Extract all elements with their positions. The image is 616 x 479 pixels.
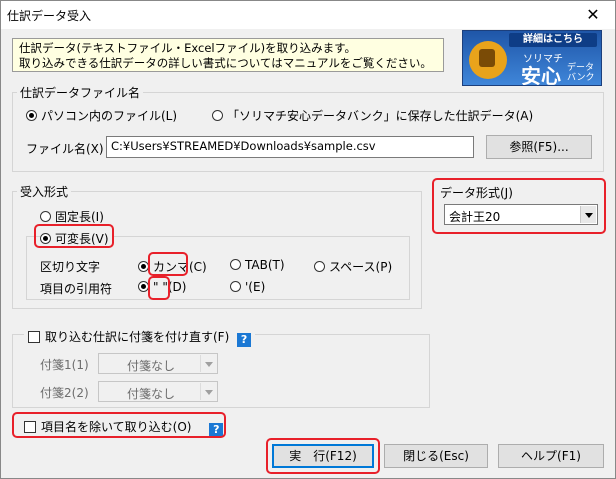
radio-double-quote-label: " "(D) — [153, 280, 187, 294]
window-title: 仕訳データ受入 — [7, 9, 92, 23]
quote-label: 項目の引用符 — [40, 282, 113, 296]
chevron-down-icon[interactable] — [580, 206, 596, 223]
chevron-down-icon — [200, 355, 216, 372]
radio-local-label: パソコン内のファイル(L) — [41, 109, 178, 123]
radio-tab[interactable]: TAB(T) — [230, 258, 285, 272]
radio-variable-indicator[interactable] — [40, 233, 51, 244]
exclude-header-option[interactable]: 項目名を除いて取り込む(O) ? — [24, 418, 224, 437]
info-line-1: 仕訳データ(テキストファイル・Excelファイル)を取り込みます。 — [19, 41, 356, 55]
banner-title: 安心 — [521, 64, 561, 86]
title-bar[interactable]: 仕訳データ受入 ✕ — [1, 1, 615, 29]
radio-variable-length[interactable]: 可変長(V) — [40, 230, 112, 247]
close-icon[interactable]: ✕ — [571, 1, 615, 29]
exclude-header-checkbox[interactable] — [24, 421, 36, 433]
radio-double-quote-indicator[interactable] — [138, 281, 149, 292]
tag1-value: 付箋なし — [127, 359, 176, 373]
info-message: 仕訳データ(テキストファイル・Excelファイル)を取り込みます。 取り込みでき… — [12, 38, 444, 72]
browse-button[interactable]: 参照(F5)... — [486, 135, 592, 159]
radio-single-quote-label: '(E) — [245, 280, 266, 294]
retag-option[interactable]: 取り込む仕訳に付箋を付け直す(F) ? — [24, 328, 256, 347]
retag-checkbox[interactable] — [28, 331, 40, 343]
data-format-label: データ形式(J) — [440, 186, 513, 200]
radio-comma[interactable]: カンマ(C) — [138, 258, 207, 275]
data-format-select[interactable]: 会計王20 — [444, 204, 598, 225]
radio-double-quote[interactable]: " "(D) — [138, 280, 186, 294]
file-group-legend: 仕訳データファイル名 — [20, 86, 141, 100]
format-group-legend: 受入形式 — [20, 185, 69, 199]
radio-single-quote[interactable]: '(E) — [230, 280, 265, 294]
run-button[interactable]: 実 行(F12) — [272, 444, 374, 468]
radio-fixed-label: 固定長(I) — [55, 210, 104, 224]
delimiter-label: 区切り文字 — [40, 260, 101, 274]
radio-tab-indicator[interactable] — [230, 259, 241, 270]
radio-variable-label: 可変長(V) — [55, 232, 109, 246]
close-button[interactable]: 閉じる(Esc) — [384, 444, 488, 468]
radio-fixed-indicator[interactable] — [40, 211, 51, 222]
tag2-select: 付箋なし — [98, 381, 218, 402]
banner-detail-label: 詳細はこちら — [509, 33, 597, 47]
radio-single-quote-indicator[interactable] — [230, 281, 241, 292]
radio-tab-label: TAB(T) — [245, 258, 285, 272]
radio-comma-label: カンマ(C) — [153, 260, 207, 274]
banner-subtitle: データ バンク — [567, 63, 595, 83]
radio-comma-indicator[interactable] — [138, 261, 149, 272]
filename-label: ファイル名(X) — [26, 142, 104, 156]
radio-bank-label: 「ソリマチ安心データバンク」に保存した仕訳データ(A) — [227, 109, 534, 123]
radio-fixed-length[interactable]: 固定長(I) — [40, 208, 104, 225]
help-button[interactable]: ヘルプ(F1) — [498, 444, 604, 468]
help-icon[interactable]: ? — [237, 333, 252, 347]
anshin-data-bank-banner[interactable]: 詳細はこちら ソリマチ 安心 データ バンク — [462, 30, 602, 86]
radio-space-label: スペース(P) — [329, 260, 393, 274]
tag2-label: 付箋2(2) — [40, 386, 89, 400]
chevron-down-icon — [200, 383, 216, 400]
radio-local-indicator[interactable] — [26, 110, 37, 121]
help-icon[interactable]: ? — [209, 423, 224, 437]
tag1-select: 付箋なし — [98, 353, 218, 374]
info-line-2: 取り込みできる仕訳データの詳しい書式についてはマニュアルをご覧ください。 — [19, 56, 432, 70]
radio-space-indicator[interactable] — [314, 261, 325, 272]
radio-data-bank[interactable]: 「ソリマチ安心データバンク」に保存した仕訳データ(A) — [212, 107, 533, 124]
exclude-header-label: 項目名を除いて取り込む(O) — [41, 420, 192, 434]
tag2-value: 付箋なし — [127, 387, 176, 401]
retag-label: 取り込む仕訳に付箋を付け直す(F) — [45, 330, 230, 344]
lock-icon — [469, 41, 507, 79]
radio-space[interactable]: スペース(P) — [314, 258, 392, 275]
data-format-value: 会計王20 — [449, 210, 501, 224]
filename-input[interactable]: C:¥Users¥STREAMED¥Downloads¥sample.csv — [106, 136, 474, 158]
tag1-label: 付箋1(1) — [40, 358, 89, 372]
radio-local-file[interactable]: パソコン内のファイル(L) — [26, 107, 177, 124]
radio-bank-indicator[interactable] — [212, 110, 223, 121]
